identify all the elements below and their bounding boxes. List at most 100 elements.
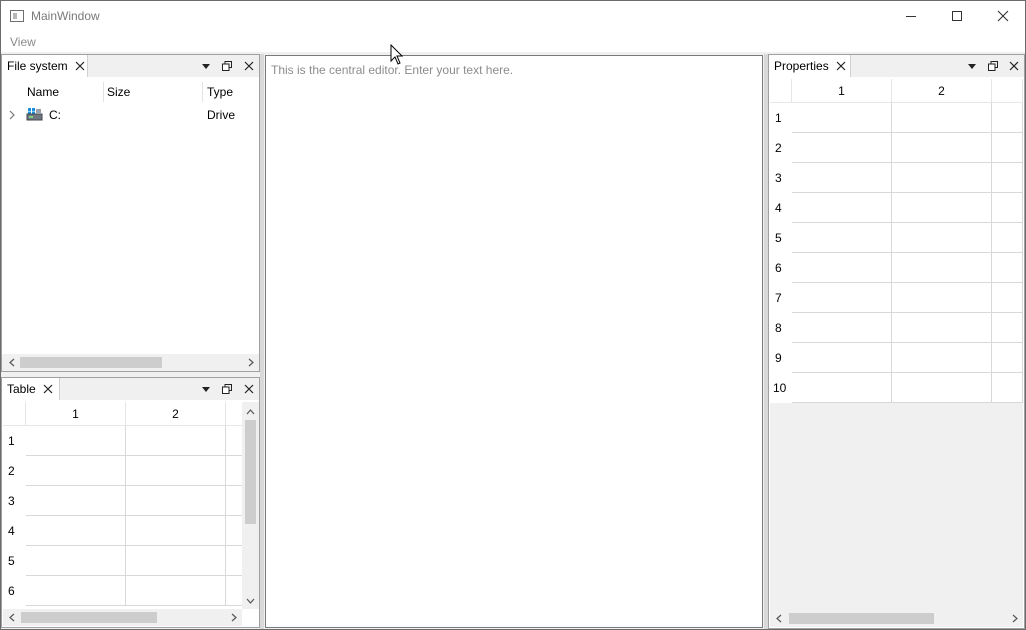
table-cell[interactable] (126, 426, 226, 456)
table-cell[interactable] (226, 426, 242, 456)
tab-table[interactable]: Table (2, 378, 60, 400)
table-cell[interactable] (26, 516, 126, 546)
table-cell[interactable] (892, 163, 992, 193)
row-header[interactable]: 3 (3, 486, 26, 516)
table-cell[interactable] (26, 576, 126, 606)
horizontal-scrollbar[interactable] (3, 609, 242, 626)
row-header[interactable]: 1 (770, 103, 792, 133)
row-header[interactable]: 9 (770, 343, 792, 373)
table-cell[interactable] (126, 486, 226, 516)
table-cell[interactable] (792, 133, 892, 163)
scroll-thumb[interactable] (20, 357, 162, 368)
tab-close-icon[interactable] (75, 61, 85, 71)
scroll-right-arrow[interactable] (242, 354, 259, 371)
row-header[interactable]: 10 (770, 373, 792, 403)
table-cell[interactable] (992, 343, 1023, 373)
horizontal-scrollbar[interactable] (2, 354, 259, 371)
column-header[interactable]: 2 (892, 79, 992, 103)
scroll-left-arrow[interactable] (3, 354, 20, 371)
scroll-thumb[interactable] (21, 612, 157, 623)
table-cell[interactable] (992, 223, 1023, 253)
minimize-button[interactable] (888, 1, 934, 31)
table-cell[interactable] (992, 193, 1023, 223)
close-window-button[interactable] (980, 1, 1025, 31)
dock-menu-button[interactable] (199, 59, 213, 73)
table-cell[interactable] (792, 103, 892, 133)
dock-menu-button[interactable] (965, 59, 979, 73)
tree-row[interactable]: C: Drive (2, 104, 259, 126)
scroll-left-arrow[interactable] (770, 610, 787, 627)
table-cell[interactable] (892, 313, 992, 343)
column-type[interactable]: Type (207, 80, 233, 104)
row-header[interactable]: 6 (770, 253, 792, 283)
scroll-thumb[interactable] (245, 420, 256, 524)
row-header[interactable]: 4 (770, 193, 792, 223)
scroll-down-arrow[interactable] (242, 592, 259, 609)
column-header[interactable] (992, 79, 1023, 103)
row-header[interactable]: 3 (770, 163, 792, 193)
table-cell[interactable] (226, 456, 242, 486)
table-cell[interactable] (992, 253, 1023, 283)
dock-float-button[interactable] (220, 59, 234, 73)
table-cell[interactable] (792, 283, 892, 313)
maximize-button[interactable] (934, 1, 980, 31)
scroll-thumb[interactable] (789, 613, 934, 624)
table-cell[interactable] (892, 193, 992, 223)
table-cell[interactable] (126, 546, 226, 576)
table-cell[interactable] (992, 283, 1023, 313)
table-cell[interactable] (892, 343, 992, 373)
table-cell[interactable] (792, 223, 892, 253)
scroll-right-arrow[interactable] (225, 609, 242, 626)
scroll-right-arrow[interactable] (1006, 610, 1023, 627)
table-cell[interactable] (892, 103, 992, 133)
chevron-right-icon[interactable] (9, 110, 15, 120)
tab-file-system[interactable]: File system (2, 55, 88, 77)
row-header[interactable]: 8 (770, 313, 792, 343)
table-cell[interactable] (992, 103, 1023, 133)
table-cell[interactable] (126, 456, 226, 486)
row-header[interactable]: 2 (3, 456, 26, 486)
table-cell[interactable] (892, 253, 992, 283)
table-cell[interactable] (26, 456, 126, 486)
table-cell[interactable] (26, 426, 126, 456)
table-cell[interactable] (992, 313, 1023, 343)
dock-close-button[interactable] (242, 382, 256, 396)
table-cell[interactable] (792, 163, 892, 193)
left-splitter[interactable] (260, 54, 264, 629)
column-size[interactable]: Size (107, 80, 130, 104)
horizontal-scrollbar[interactable] (770, 610, 1023, 627)
column-header[interactable]: 1 (26, 402, 126, 426)
dock-float-button[interactable] (220, 382, 234, 396)
dock-menu-button[interactable] (199, 382, 213, 396)
dock-float-button[interactable] (986, 59, 1000, 73)
menu-view[interactable]: View (10, 35, 36, 49)
tab-properties[interactable]: Properties (769, 55, 851, 77)
row-header[interactable]: 6 (3, 576, 26, 606)
table-cell[interactable] (792, 373, 892, 403)
central-editor[interactable]: This is the central editor. Enter your t… (265, 55, 763, 628)
table-cell[interactable] (26, 486, 126, 516)
table-cell[interactable] (992, 373, 1023, 403)
row-header[interactable]: 7 (770, 283, 792, 313)
row-header[interactable]: 5 (770, 223, 792, 253)
row-header[interactable]: 4 (3, 516, 26, 546)
table-cell[interactable] (226, 516, 242, 546)
table-corner[interactable] (3, 402, 26, 426)
row-header[interactable]: 5 (3, 546, 26, 576)
scroll-left-arrow[interactable] (3, 609, 20, 626)
table-cell[interactable] (992, 163, 1023, 193)
table-cell[interactable] (892, 133, 992, 163)
tab-close-icon[interactable] (43, 384, 53, 394)
row-header[interactable]: 1 (3, 426, 26, 456)
table-cell[interactable] (226, 486, 242, 516)
table-cell[interactable] (892, 373, 992, 403)
column-name[interactable]: Name (27, 80, 59, 104)
tab-close-icon[interactable] (836, 61, 846, 71)
table-cell[interactable] (792, 343, 892, 373)
table-cell[interactable] (226, 546, 242, 576)
table-cell[interactable] (126, 576, 226, 606)
table-cell[interactable] (126, 516, 226, 546)
table-cell[interactable] (26, 546, 126, 576)
table-cell[interactable] (892, 223, 992, 253)
table-cell[interactable] (792, 253, 892, 283)
